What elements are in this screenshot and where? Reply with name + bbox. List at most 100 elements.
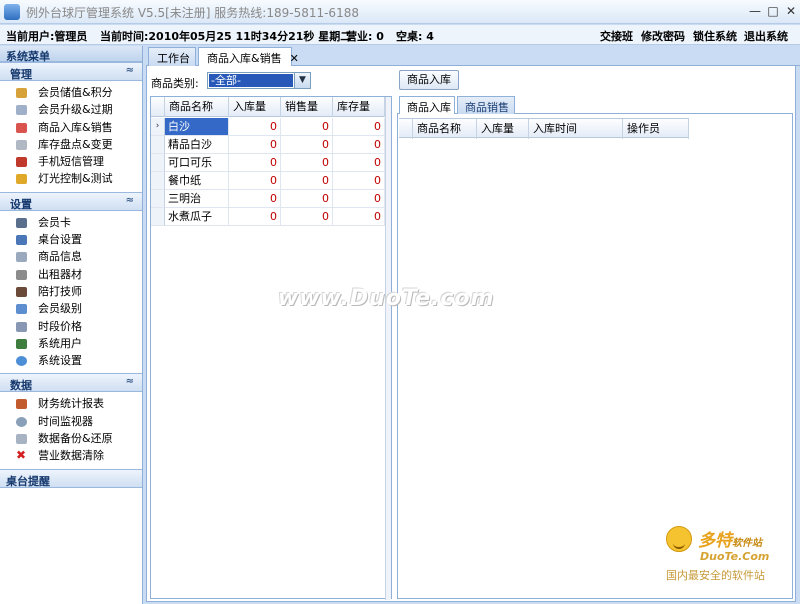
sidebar-item-label: 时段价格	[38, 319, 82, 333]
collapse-icon[interactable]: ≈	[126, 376, 134, 387]
table-row[interactable]: 精品白沙 0 0 0	[151, 136, 385, 154]
watermark-url: DuoTe.Com	[700, 550, 770, 563]
sidebar-item-member-level[interactable]: 会员级别	[0, 300, 142, 317]
stock-in-cell[interactable]: 0	[229, 154, 281, 172]
goods-name-cell[interactable]: 可口可乐	[165, 154, 229, 172]
category-select[interactable]: -全部- ▼	[207, 72, 311, 89]
shift-change-link[interactable]: 交接班	[600, 28, 633, 44]
inventory-cell[interactable]: 0	[333, 118, 385, 136]
sidebar-item-label: 商品入库&销售	[38, 120, 113, 134]
goods-icon	[16, 122, 27, 133]
backup-icon	[16, 434, 27, 445]
sold-cell[interactable]: 0	[281, 172, 333, 190]
inventory-cell[interactable]: 0	[333, 190, 385, 208]
sidebar-item-table-settings[interactable]: 桌台设置	[0, 231, 142, 248]
inventory-cell[interactable]: 0	[333, 154, 385, 172]
column-header[interactable]: 库存量	[333, 97, 385, 117]
sold-cell[interactable]: 0	[281, 154, 333, 172]
section-title: 设置	[10, 197, 32, 211]
stock-in-button[interactable]: 商品入库	[399, 70, 459, 90]
table-row[interactable]: 餐巾纸 0 0 0	[151, 172, 385, 190]
sidebar-title: 系统菜单	[0, 46, 142, 63]
sidebar-item-time-price[interactable]: 时段价格	[0, 318, 142, 335]
stock-in-cell[interactable]: 0	[229, 190, 281, 208]
row-header-corner	[399, 119, 413, 139]
collapse-icon[interactable]: ≈	[126, 65, 134, 76]
section-header-manage[interactable]: 管理 ≈	[0, 62, 142, 81]
sidebar-item-sms[interactable]: 手机短信管理	[0, 153, 142, 170]
sidebar-item-clear-data[interactable]: ✖ 营业数据清除	[0, 447, 142, 464]
member-balance-icon	[16, 88, 27, 98]
sidebar-item-system-users[interactable]: 系统用户	[0, 335, 142, 352]
sidebar-item-coach[interactable]: 陪打技师	[0, 283, 142, 300]
close-button[interactable]: ✕	[782, 3, 800, 19]
goods-name-cell[interactable]: 水煮瓜子	[165, 208, 229, 226]
table-row[interactable]: 三明治 0 0 0	[151, 190, 385, 208]
sidebar-item-inventory[interactable]: 库存盘点&变更	[0, 136, 142, 153]
goods-grid-header: 商品名称 入库量 销售量 库存量	[151, 97, 391, 117]
stock-in-cell[interactable]: 0	[229, 118, 281, 136]
inventory-cell[interactable]: 0	[333, 208, 385, 226]
stock-in-cell[interactable]: 0	[229, 172, 281, 190]
current-time: 当前时间:2010年05月25 11时34分21秒 星期二	[100, 30, 352, 43]
goods-info-icon	[16, 252, 27, 263]
change-password-link[interactable]: 修改密码	[641, 28, 685, 44]
sidebar-item-finance-report[interactable]: 财务统计报表	[0, 395, 142, 412]
column-header[interactable]: 入库量	[477, 119, 529, 139]
exit-system-link[interactable]: 退出系统	[744, 28, 788, 44]
sidebar-item-system-settings[interactable]: 系统设置	[0, 352, 142, 369]
sidebar-item-goods-stock-sales[interactable]: 商品入库&销售	[0, 119, 142, 136]
table-row[interactable]: › 白沙 0 0 0	[151, 118, 385, 136]
maximize-button[interactable]: □	[764, 3, 782, 19]
sidebar-item-backup[interactable]: 数据备份&还原	[0, 430, 142, 447]
table-row[interactable]: 可口可乐 0 0 0	[151, 154, 385, 172]
lock-system-link[interactable]: 锁住系统	[693, 28, 737, 44]
sidebar-item-time-monitor[interactable]: 时间监视器	[0, 413, 142, 430]
column-header[interactable]: 商品名称	[413, 119, 477, 139]
sidebar-item-goods-info[interactable]: 商品信息	[0, 248, 142, 265]
column-header[interactable]: 操作员	[623, 119, 689, 139]
settings-globe-icon	[16, 356, 27, 367]
report-icon	[16, 399, 27, 410]
tab-stock-in[interactable]: 商品入库	[399, 96, 455, 115]
tab-goods-stock-sales[interactable]: 商品入库&销售 ✕	[198, 47, 299, 67]
chevron-down-icon[interactable]: ▼	[294, 73, 310, 88]
minimize-button[interactable]: —	[746, 3, 764, 19]
column-header[interactable]: 商品名称	[165, 97, 229, 117]
sidebar-item-member-balance[interactable]: 会员储值&积分	[0, 84, 142, 101]
table-row[interactable]: 水煮瓜子 0 0 0	[151, 208, 385, 226]
inventory-cell[interactable]: 0	[333, 136, 385, 154]
sidebar-item-lights[interactable]: 灯光控制&测试	[0, 170, 142, 187]
goods-name-cell[interactable]: 三明治	[165, 190, 229, 208]
table-reminder-header[interactable]: 桌台提醒	[0, 468, 142, 488]
goods-name-cell[interactable]: 餐巾纸	[165, 172, 229, 190]
column-header[interactable]: 入库量	[229, 97, 281, 117]
inventory-cell[interactable]: 0	[333, 172, 385, 190]
column-header[interactable]: 入库时间	[529, 119, 623, 139]
sold-cell[interactable]: 0	[281, 208, 333, 226]
tab-workbench[interactable]: 工作台	[148, 47, 196, 66]
sold-cell[interactable]: 0	[281, 118, 333, 136]
sidebar: 系统菜单 管理 ≈ 会员储值&积分 会员升级&过期 商品入库&销售 库存盘点&变…	[0, 46, 143, 604]
section-header-data[interactable]: 数据 ≈	[0, 373, 142, 393]
goods-grid[interactable]: 商品名称 入库量 销售量 库存量 › 白沙 0 0 0 精品白沙 0 0 0 可…	[150, 96, 392, 600]
grid-scrollbar[interactable]	[385, 97, 391, 600]
section-title: 数据	[10, 379, 32, 393]
sidebar-item-member-upgrade[interactable]: 会员升级&过期	[0, 101, 142, 118]
goods-name-cell[interactable]: 精品白沙	[165, 136, 229, 154]
tab-sales[interactable]: 商品销售	[457, 96, 515, 114]
sold-cell[interactable]: 0	[281, 190, 333, 208]
section-header-settings[interactable]: 设置 ≈	[0, 191, 142, 211]
title-bar: 例外台球厅管理系统 V5.5[未注册] 服务热线:189-5811-6188 —…	[0, 0, 800, 24]
sidebar-item-label: 商品信息	[38, 250, 82, 264]
stock-in-cell[interactable]: 0	[229, 136, 281, 154]
goods-name-cell[interactable]: 白沙	[165, 118, 229, 136]
sidebar-item-member-card[interactable]: 会员卡	[0, 214, 142, 231]
sidebar-item-rental[interactable]: 出租器材	[0, 266, 142, 283]
row-header	[151, 136, 165, 154]
column-header[interactable]: 销售量	[281, 97, 333, 117]
collapse-icon[interactable]: ≈	[126, 195, 134, 206]
stock-in-cell[interactable]: 0	[229, 208, 281, 226]
sold-cell[interactable]: 0	[281, 136, 333, 154]
close-icon[interactable]: ✕	[290, 52, 299, 65]
